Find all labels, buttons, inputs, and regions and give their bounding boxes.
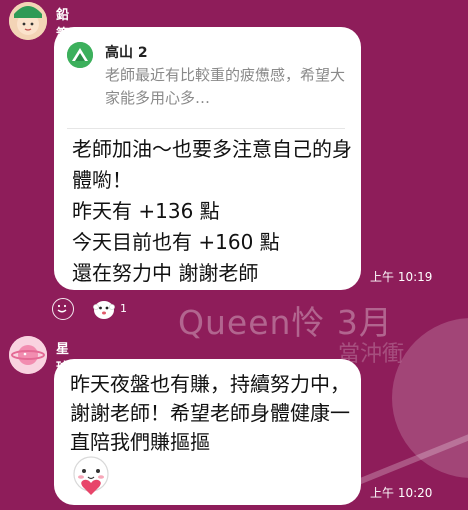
reaction-count: 1 [120,302,127,315]
message-text: 老師加油～也要多注意自己的身體喲！ 昨天有 +136 點 今天目前也有 +160… [72,137,352,285]
add-reaction-icon[interactable] [52,298,74,320]
message-bubble[interactable]: 高山 2 老師最近有比較重的疲憊感，希望大家能多用心多… 老師加油～也要多注意自… [54,27,361,290]
message-time: 上午 10:19 [370,270,433,284]
avatar[interactable] [9,336,47,374]
reply-preview[interactable]: 高山 2 老師最近有比較重的疲憊感，希望大家能多用心多… [67,40,351,129]
reaction-sticker-icon[interactable] [92,298,116,320]
heart-sticker-icon [69,455,113,497]
message-bubble[interactable]: 昨天夜盤也有賺，持續努力中，謝謝老師！希望老師身體健康一直陪我們賺摳摳 [54,359,361,505]
reply-sender-name: 高山 2 [105,45,148,61]
reply-quoted-text: 老師最近有比較重的疲憊感，希望大家能多用心多… [105,66,346,107]
reply-divider [67,128,345,129]
avatar[interactable] [9,2,47,40]
reply-avatar [67,42,93,68]
message-time: 上午 10:20 [370,486,433,500]
message-text: 昨天夜盤也有賺，持續努力中，謝謝老師！希望老師身體健康一直陪我們賺摳摳 [70,372,350,454]
